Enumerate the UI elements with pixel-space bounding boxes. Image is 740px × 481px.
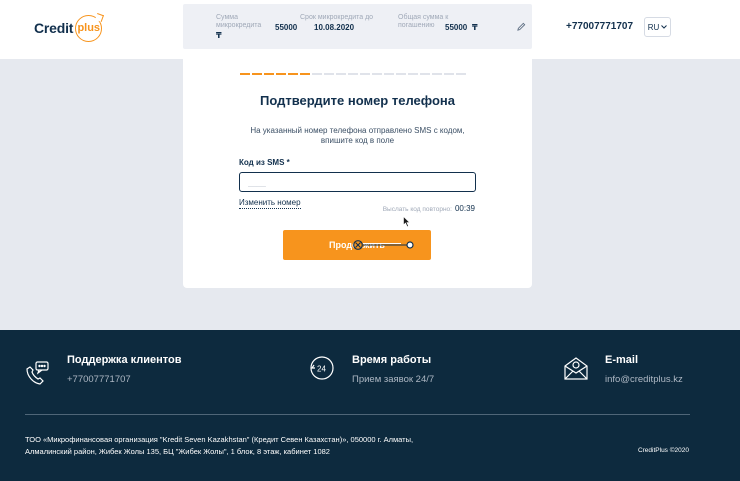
total-currency: ₸ [472,23,478,32]
pencil-icon[interactable] [517,22,526,31]
loan-amount-value: 55000 [275,23,298,32]
progress-segment [264,73,274,75]
progress-segment [240,73,250,75]
loan-summary: Сумма микрокредита 55000 ₸ Срок микрокре… [183,4,532,49]
progress-segment [276,73,286,75]
progress-segment [384,73,394,75]
progress-segment [288,73,298,75]
loan-amount-label: Сумма микрокредита [216,14,262,29]
progress-segment [300,73,310,75]
logo[interactable]: Credit plus [34,14,103,42]
progress-segment [324,73,334,75]
progress-segment [252,73,262,75]
language-value: RU [647,22,660,32]
mouse-cursor-icon [403,216,411,228]
header-phone[interactable]: +77007771707 [566,21,633,32]
support-phone[interactable]: +77007771707 [67,374,131,385]
progress-segment [456,73,466,75]
resend-code: Выслать код повторно: 00:39 [369,198,475,216]
svg-text:24: 24 [317,365,326,374]
site-header: Credit plus Сумма микрокредита 55000 ₸ С… [0,0,740,59]
total-value: 55000 [445,23,468,32]
email-address[interactable]: info@creditplus.kz [605,374,683,385]
logo-text: Credit [34,20,74,36]
progress-segment [372,73,382,75]
loading-slider-icon [353,240,414,250]
resend-timer: 00:39 [454,204,475,213]
page-title: Подтвердите номер телефона [259,93,455,108]
progress-segment [360,73,370,75]
progress-segment [420,73,430,75]
phone-chat-icon [26,361,49,385]
term-label: Срок микрокредита до [300,14,374,21]
progress-segment [432,73,442,75]
logo-ring: plus [75,14,103,42]
email-title: E-mail [605,354,639,366]
sms-code-input[interactable] [239,172,476,192]
clock-24-icon: 24 [310,356,334,380]
progress-segment [348,73,358,75]
resend-label: Выслать код повторно: [382,206,452,213]
envelope-icon [564,357,588,380]
hours-title: Время работы [352,354,432,366]
language-select[interactable]: RU [644,17,671,37]
change-number-link[interactable]: Изменить номер [239,198,301,209]
support-title: Поддержка клиентов [67,354,182,366]
progress-segment [408,73,418,75]
legal-text: ТОО «Микрофинансовая организация "Kredit… [25,435,414,456]
hours-value: Прием заявок 24/7 [352,374,435,385]
logo-ring-text: plus [77,22,101,34]
copyright: CreditPlus ©2020 [637,447,689,454]
progress-segment [312,73,322,75]
step-progress [240,73,466,75]
chevron-down-icon [661,25,668,29]
progress-segment [444,73,454,75]
progress-segment [396,73,406,75]
footer-divider [25,414,690,415]
verification-description: На указанный номер телефона отправлено S… [250,126,465,145]
sms-code-label: Код из SMS * [239,158,290,167]
term-value: 10.08.2020 [314,23,355,32]
site-footer: Поддержка клиентов +77007771707 24 Время… [0,330,740,481]
progress-segment [336,73,346,75]
phone-verification-card: Подтвердите номер телефона На указанный … [183,59,532,288]
loan-amount-currency: ₸ [216,31,222,40]
